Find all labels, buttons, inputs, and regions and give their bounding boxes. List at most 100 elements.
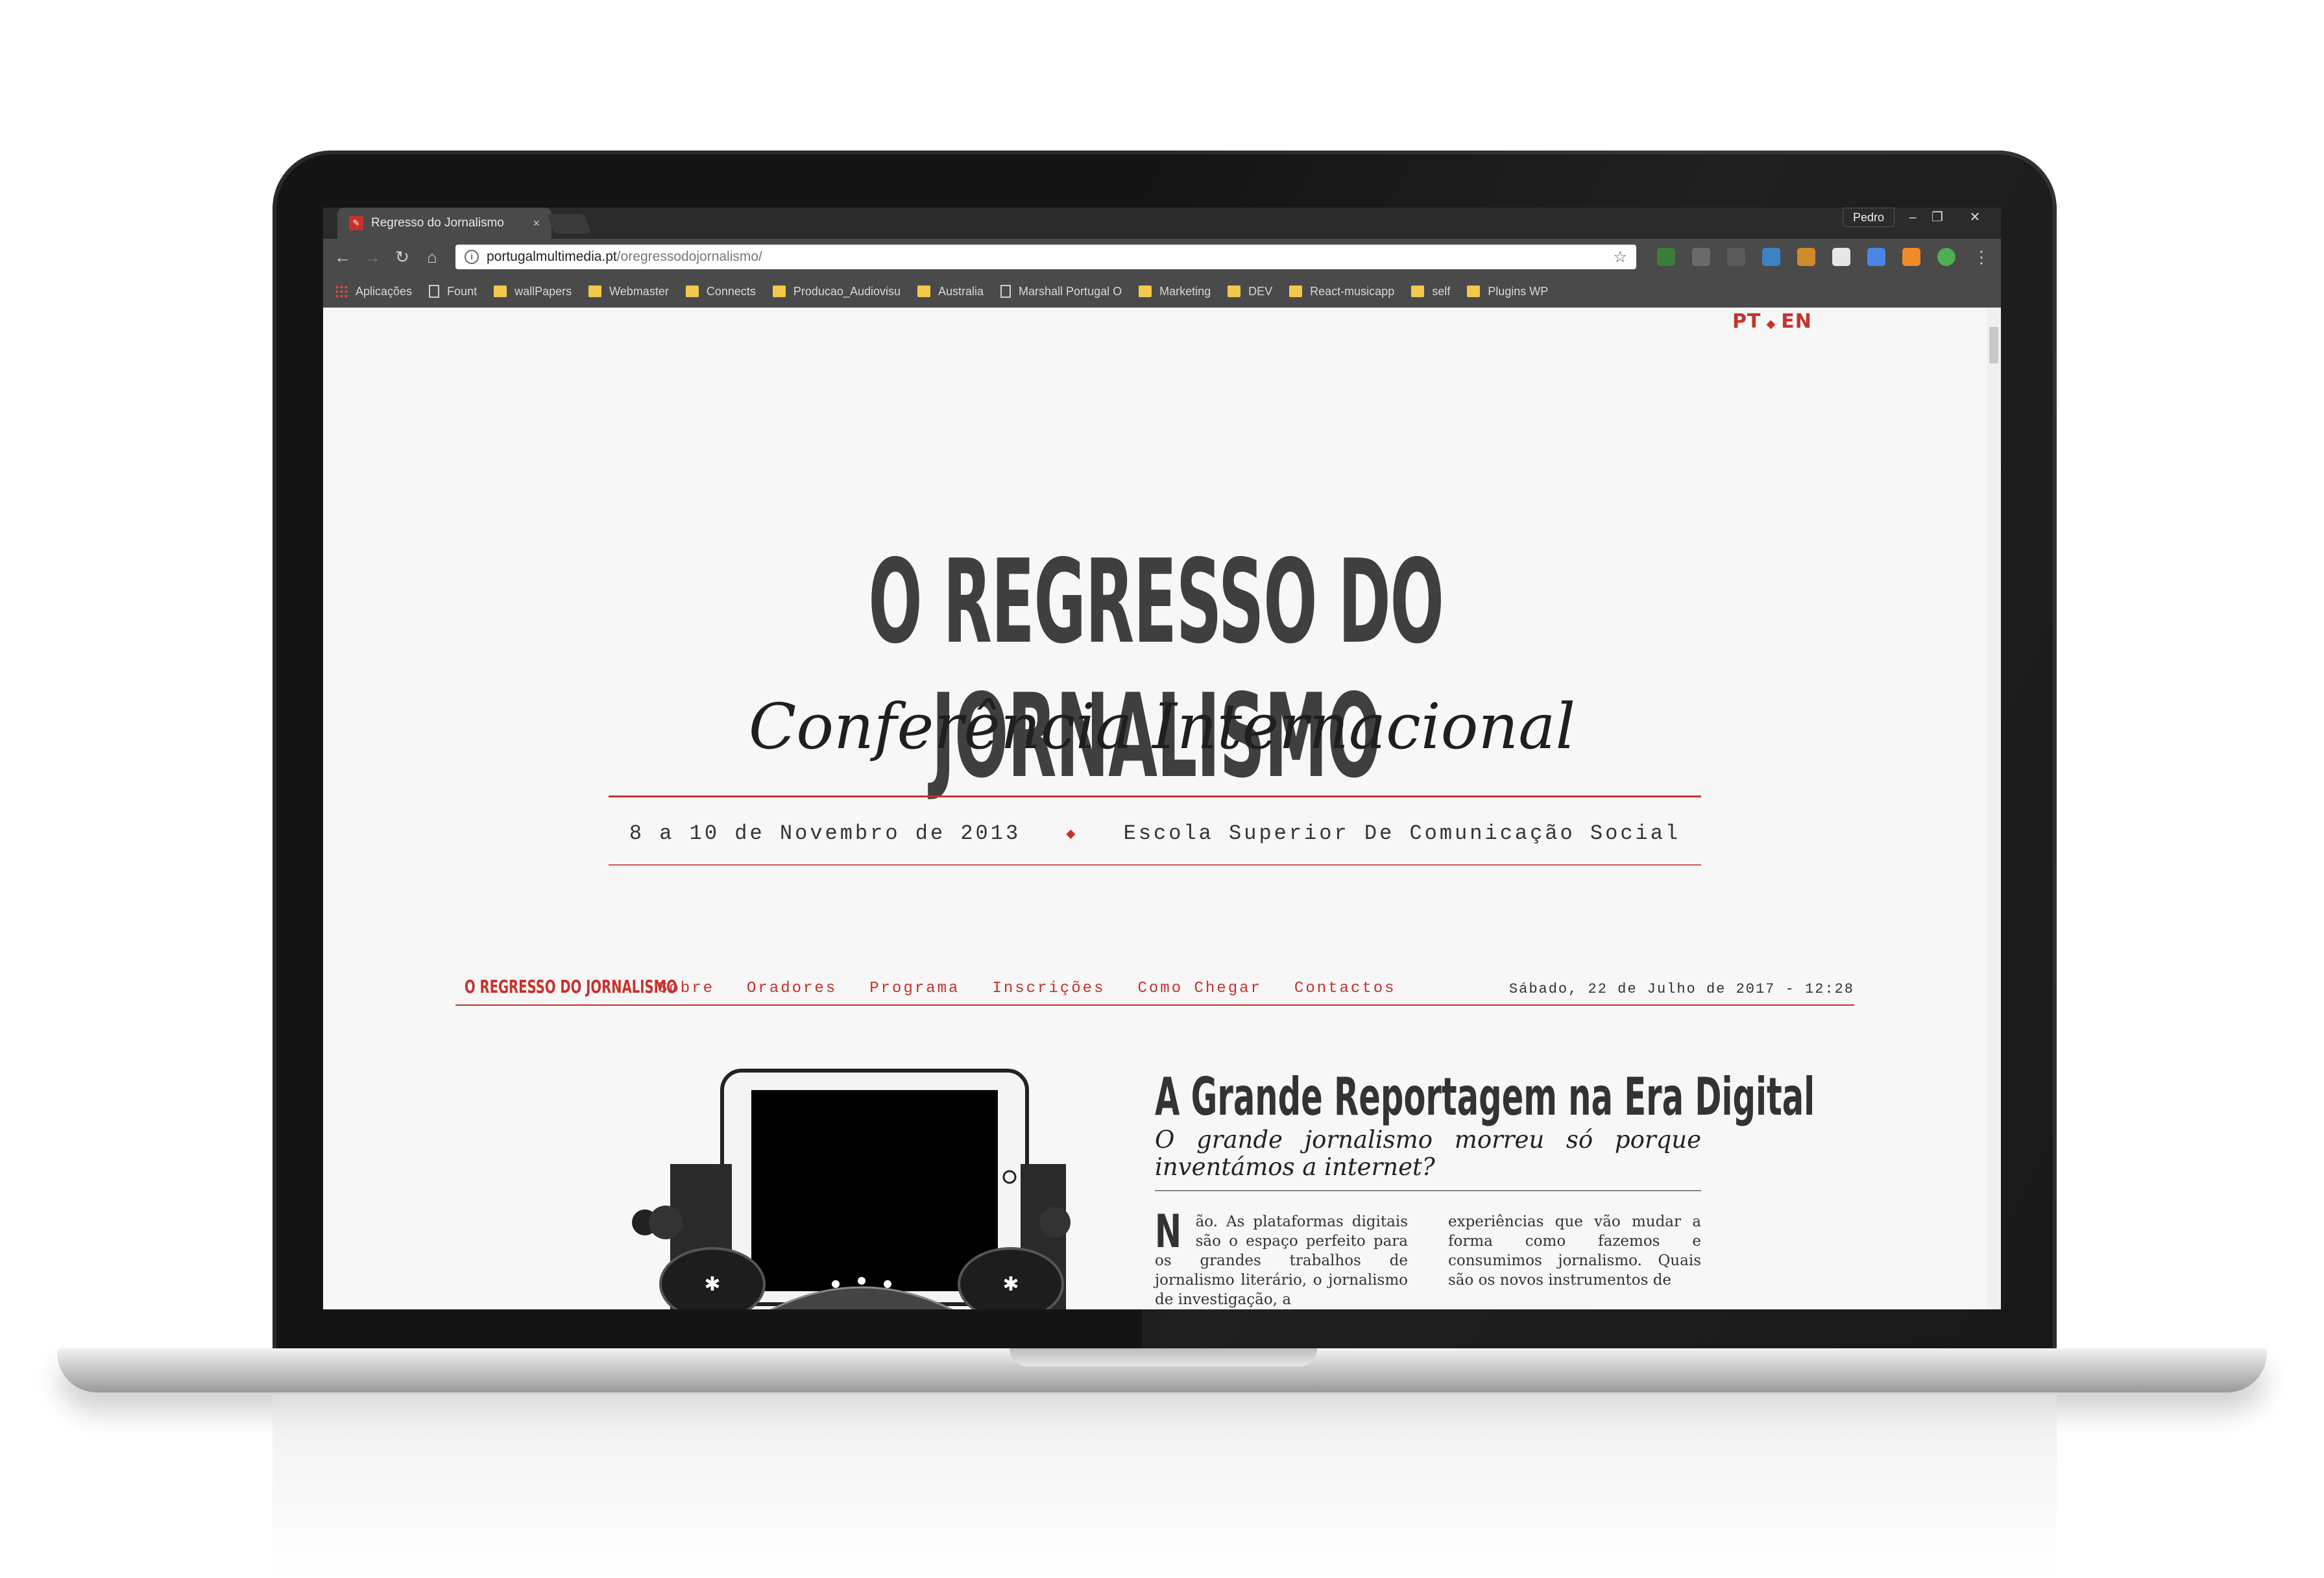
- extension-icon[interactable]: [1657, 248, 1675, 266]
- nav-item-inscricoes[interactable]: Inscrições: [992, 980, 1105, 997]
- folder-icon: [1411, 285, 1425, 297]
- browser-tab[interactable]: ✎ Regresso do Jornalismo ×: [337, 208, 551, 239]
- bookmark-item[interactable]: Webmaster: [588, 285, 669, 298]
- apps-icon: [335, 285, 348, 298]
- favicon-icon: ✎: [349, 216, 363, 230]
- address-bar[interactable]: i portugalmultimedia.pt /oregressodojorn…: [455, 245, 1636, 269]
- drop-cap: N: [1155, 1205, 1182, 1258]
- event-venue: Escola Superior De Comunicação Social: [1123, 821, 1681, 845]
- bookmark-item[interactable]: Marshall Portugal O: [1000, 285, 1122, 298]
- lang-separator: ◆: [1766, 317, 1776, 331]
- page-icon: [429, 285, 440, 298]
- bookmark-label: Australia: [938, 284, 984, 298]
- bookmark-item[interactable]: Producao_Audiovisu: [772, 284, 901, 298]
- site-nav: O REGRESSO DO JORNALISMO Sobre Oradores …: [455, 976, 1854, 1002]
- extension-icon[interactable]: [1832, 248, 1850, 266]
- bookmark-label: Marshall Portugal O: [1019, 284, 1122, 298]
- bookmark-item[interactable]: DEV: [1228, 285, 1272, 298]
- web-page: PT ◆ EN O REGRESSO DO JORNALISMO Conferênc…: [323, 308, 2001, 1309]
- current-date: Sábado, 22 de Julho de 2017 - 12:28: [1508, 981, 1854, 997]
- lang-pt-link[interactable]: PT: [1732, 310, 1761, 333]
- bookmark-item[interactable]: Marketing: [1139, 285, 1211, 298]
- nav-menu: Sobre Oradores Programa Inscrições Como …: [658, 980, 1429, 997]
- page-icon: [1000, 285, 1011, 298]
- nav-brand-link[interactable]: O REGRESSO DO JORNALISMO: [465, 976, 677, 997]
- extension-icon[interactable]: [1797, 248, 1815, 266]
- extension-icon[interactable]: [1727, 248, 1745, 266]
- nav-divider: [455, 1004, 1854, 1006]
- tab-close-icon[interactable]: ×: [533, 217, 540, 230]
- laptop-reflection: [272, 1395, 2057, 1578]
- folder-icon: [685, 285, 699, 297]
- bookmark-label: Marketing: [1159, 284, 1211, 298]
- info-icon[interactable]: i: [465, 250, 479, 264]
- bookmark-item[interactable]: wallPapers: [494, 285, 572, 298]
- bookmark-label: wallPapers: [514, 284, 572, 298]
- article-lead: O grande jornalismo morreu só porque inv…: [1155, 1126, 1701, 1181]
- folder-icon: [1228, 285, 1241, 297]
- bookmark-item[interactable]: Connects: [685, 284, 756, 298]
- bookmark-star-icon[interactable]: ☆: [1613, 248, 1627, 267]
- url-host: portugalmultimedia.pt: [487, 249, 617, 264]
- bookmark-label: DEV: [1248, 284, 1273, 298]
- event-date: 8 a 10 de Novembro de 2013: [629, 821, 1021, 845]
- forward-icon[interactable]: →: [362, 247, 383, 267]
- bookmark-label: self: [1432, 284, 1451, 298]
- bookmark-label: Aplicações: [356, 284, 413, 298]
- nav-item-sobre[interactable]: Sobre: [658, 980, 714, 997]
- nav-item-oradores[interactable]: Oradores: [747, 980, 837, 997]
- reload-icon[interactable]: ↻: [392, 247, 413, 267]
- bookmark-item[interactable]: React-musicapp: [1289, 285, 1394, 298]
- nav-item-como-chegar[interactable]: Como Chegar: [1137, 980, 1261, 997]
- extension-icon[interactable]: [1692, 248, 1710, 266]
- bookmark-item[interactable]: Fount: [429, 285, 477, 298]
- bookmark-item[interactable]: self: [1411, 285, 1450, 298]
- extension-icon[interactable]: [1902, 248, 1920, 266]
- extension-icon[interactable]: [1937, 248, 1955, 266]
- screen: ✎ Regresso do Jornalismo × Pedro – ❐ ✕ ←…: [323, 208, 2001, 1309]
- extension-icon[interactable]: [1762, 248, 1780, 266]
- folder-icon: [494, 285, 507, 297]
- folder-icon: [1289, 285, 1303, 297]
- folder-icon: [917, 285, 930, 297]
- profile-button[interactable]: Pedro: [1843, 208, 1894, 227]
- extension-icon[interactable]: [1867, 248, 1885, 266]
- lang-en-link[interactable]: EN: [1781, 310, 1812, 333]
- back-icon[interactable]: ←: [332, 247, 353, 267]
- scroll-thumb[interactable]: [1989, 327, 1998, 363]
- event-info: 8 a 10 de Novembro de 2013 ◆ Escola Supe…: [609, 821, 1701, 845]
- bookmark-label: Fount: [447, 284, 478, 298]
- article-column-1: Não. As plataformas digitais são o espaç…: [1155, 1205, 1408, 1309]
- scrollbar[interactable]: [1987, 308, 2001, 1309]
- restore-button[interactable]: ❐: [1924, 208, 1950, 227]
- bookmark-label: React-musicapp: [1310, 284, 1395, 298]
- bookmark-item[interactable]: Plugins WP: [1467, 285, 1548, 298]
- nav-item-contactos[interactable]: Contactos: [1294, 980, 1396, 997]
- bookmark-apps[interactable]: Aplicações: [335, 285, 412, 298]
- nav-item-programa[interactable]: Programa: [869, 980, 960, 997]
- menu-icon[interactable]: ⋮: [1971, 247, 1992, 267]
- language-switcher: PT ◆ EN: [1732, 310, 1812, 333]
- svg-text:✱: ✱: [1002, 1273, 1019, 1296]
- typewriter-tablet-illustration: ✱ ✱: [632, 1069, 1071, 1309]
- bookmark-item[interactable]: Australia: [917, 285, 984, 298]
- browser-toolbar: ← → ↻ ⌂ i portugalmultimedia.pt /oregres…: [323, 239, 2001, 275]
- svg-text:✱: ✱: [704, 1273, 720, 1296]
- page-subtitle: Conferência Internacional: [748, 690, 1576, 763]
- bookmark-label: Producao_Audiovisu: [793, 284, 901, 298]
- article-column-2: experiências que vão mudar a forma como …: [1448, 1212, 1701, 1290]
- close-window-button[interactable]: ✕: [1962, 208, 1988, 227]
- folder-icon: [772, 285, 786, 297]
- folder-icon: [588, 285, 602, 297]
- bookmarks-bar: Aplicações Fount wallPapers Webmaster Co…: [323, 275, 2001, 308]
- diamond-icon: ◆: [1066, 825, 1078, 844]
- home-icon[interactable]: ⌂: [422, 247, 442, 267]
- bookmark-label: Connects: [706, 284, 756, 298]
- article-text: experiências que vão mudar a forma como …: [1448, 1213, 1701, 1289]
- new-tab-button[interactable]: [546, 214, 592, 234]
- folder-icon: [1467, 285, 1481, 297]
- minimize-button[interactable]: –: [1900, 208, 1926, 227]
- divider: [609, 795, 1701, 797]
- article-divider: [1155, 1190, 1701, 1191]
- folder-icon: [1139, 285, 1152, 297]
